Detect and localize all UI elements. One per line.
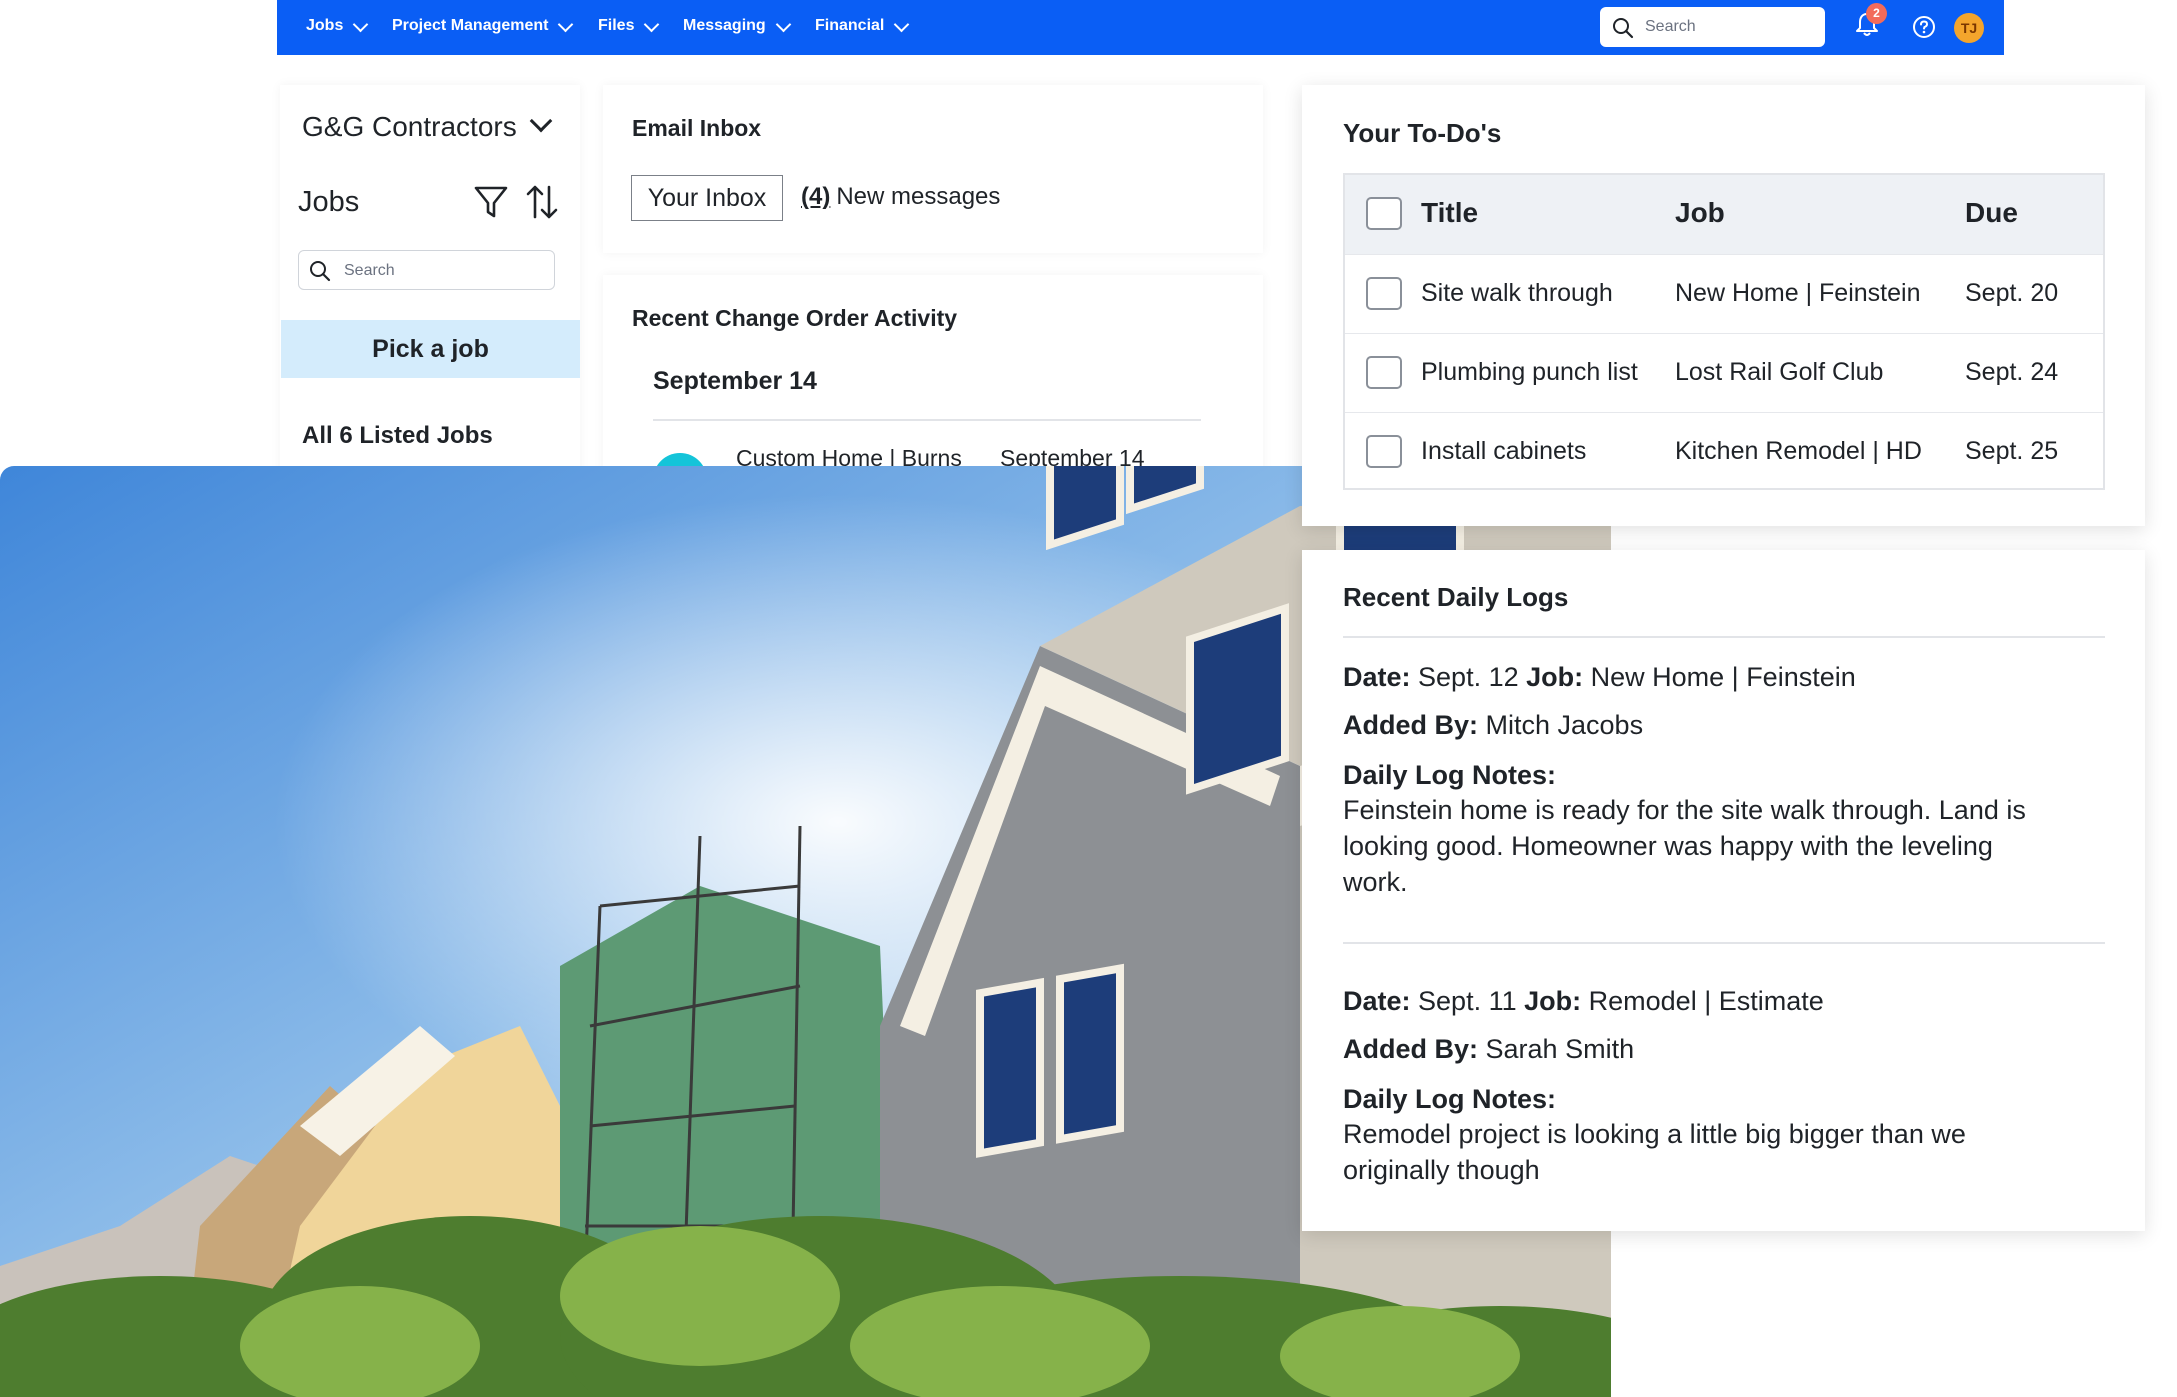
log-added-by-line: Added By: Mitch Jacobs: [1343, 710, 1643, 741]
added-by-label: Added By:: [1343, 1034, 1478, 1064]
job-label: Job:: [1526, 662, 1584, 692]
table-header-row: Title Job Due: [1345, 175, 2103, 254]
all-jobs-heading: All 6 Listed Jobs: [302, 422, 493, 449]
column-header-due[interactable]: Due: [1965, 197, 2018, 229]
divider: [653, 419, 1201, 421]
row-checkbox[interactable]: [1366, 435, 1402, 468]
jobs-sidebar: G&G Contractors Jobs Search Pick a job A…: [280, 85, 580, 485]
date-label: Date:: [1343, 986, 1411, 1016]
nav-messaging-label: Messaging: [683, 17, 766, 34]
log-date: Sept. 12: [1418, 662, 1519, 692]
log-date-job-line: Date: Sept. 12 Job: New Home | Feinstein: [1343, 662, 1856, 693]
date-label: Date:: [1343, 662, 1411, 692]
daily-logs-panel: Recent Daily Logs Date: Sept. 12 Job: Ne…: [1302, 550, 2145, 1231]
notes-label: Daily Log Notes:: [1343, 760, 1557, 790]
todo-title-cell: Install cabinets: [1421, 437, 1587, 465]
todo-title-cell: Plumbing punch list: [1421, 358, 1638, 386]
top-search-input[interactable]: Search: [1600, 7, 1825, 47]
log-added-by: Sarah Smith: [1485, 1034, 1635, 1064]
table-row[interactable]: Site walk through New Home | Feinstein S…: [1345, 254, 2103, 333]
filter-icon[interactable]: [473, 184, 509, 225]
nav-financial-menu[interactable]: Financial: [815, 16, 910, 35]
jobs-heading: Jobs: [298, 186, 360, 218]
table-row[interactable]: Install cabinets Kitchen Remodel | HD Se…: [1345, 412, 2103, 491]
todo-job-cell: Lost Rail Golf Club: [1675, 358, 1884, 386]
user-avatar[interactable]: TJ: [1954, 13, 1984, 43]
help-icon[interactable]: [1912, 15, 1936, 44]
chevron-down-icon: [644, 16, 660, 32]
table-row[interactable]: Plumbing punch list Lost Rail Golf Club …: [1345, 333, 2103, 412]
nav-files-menu[interactable]: Files: [598, 16, 660, 35]
divider: [1343, 636, 2105, 638]
company-name[interactable]: G&G Contractors: [302, 111, 517, 143]
row-checkbox[interactable]: [1366, 356, 1402, 389]
job-label: Job:: [1524, 986, 1582, 1016]
log-notes: Feinstein home is ready for the site wal…: [1343, 795, 2026, 897]
todo-title-cell: Site walk through: [1421, 279, 1613, 307]
email-inbox-title: Email Inbox: [632, 115, 762, 141]
column-header-title[interactable]: Title: [1421, 197, 1478, 229]
change-order-date-heading: September 14: [653, 367, 817, 395]
chevron-down-icon: [353, 16, 369, 32]
todo-due-cell: Sept. 25: [1965, 437, 2059, 465]
log-date-job-line: Date: Sept. 11 Job: Remodel | Estimate: [1343, 986, 1824, 1017]
daily-logs-title: Recent Daily Logs: [1343, 582, 1569, 612]
log-job[interactable]: Remodel | Estimate: [1589, 986, 1824, 1016]
log-job[interactable]: New Home | Feinstein: [1591, 662, 1856, 692]
select-all-checkbox[interactable]: [1366, 197, 1402, 230]
email-inbox-panel: Email Inbox Your Inbox (4) New messages: [603, 85, 1263, 253]
top-search-placeholder: Search: [1645, 18, 1696, 35]
row-checkbox[interactable]: [1366, 277, 1402, 310]
jobs-search-placeholder: Search: [344, 262, 395, 279]
log-date: Sept. 11: [1418, 986, 1517, 1016]
log-notes-label: Daily Log Notes:: [1343, 760, 1556, 791]
nav-messaging-menu[interactable]: Messaging: [683, 16, 791, 35]
your-inbox-button[interactable]: Your Inbox: [631, 175, 783, 221]
nav-jobs-label: Jobs: [306, 17, 344, 34]
todo-job-cell: New Home | Feinstein: [1675, 279, 1921, 307]
todo-due-cell: Sept. 20: [1965, 279, 2059, 307]
nav-project-management-label: Project Management: [392, 17, 549, 34]
todo-job-cell: Kitchen Remodel | HD: [1675, 437, 1922, 465]
change-order-title: Recent Change Order Activity: [632, 305, 958, 331]
jobs-search-input[interactable]: Search: [298, 250, 555, 290]
chevron-down-icon: [894, 16, 910, 32]
log-notes-label: Daily Log Notes:: [1343, 1084, 1556, 1115]
column-header-job[interactable]: Job: [1675, 197, 1725, 229]
nav-jobs-menu[interactable]: Jobs: [306, 16, 369, 35]
new-messages-link[interactable]: (4) New messages: [801, 183, 1000, 211]
added-by-label: Added By:: [1343, 710, 1478, 740]
chevron-down-icon: [775, 16, 791, 32]
search-icon: [309, 260, 331, 287]
nav-files-label: Files: [598, 17, 635, 34]
nav-project-management-menu[interactable]: Project Management: [392, 16, 574, 35]
log-notes: Remodel project is looking a little big …: [1343, 1119, 1966, 1185]
new-messages-label: New messages: [836, 183, 1001, 210]
nav-financial-label: Financial: [815, 17, 885, 34]
search-icon: [1612, 17, 1634, 44]
todo-panel: Your To-Do's Title Job Due Site walk thr…: [1302, 85, 2145, 526]
chevron-down-icon[interactable]: [529, 109, 553, 133]
notes-label: Daily Log Notes:: [1343, 1084, 1557, 1114]
todo-table: Title Job Due Site walk through New Home…: [1343, 173, 2105, 490]
todo-due-cell: Sept. 24: [1965, 358, 2059, 386]
chevron-down-icon: [558, 16, 574, 32]
log-added-by-line: Added By: Sarah Smith: [1343, 1034, 1634, 1065]
divider: [1343, 942, 2105, 944]
todo-title: Your To-Do's: [1343, 118, 1502, 148]
pick-job-button[interactable]: Pick a job: [281, 320, 580, 378]
notification-badge: 2: [1866, 3, 1887, 24]
new-messages-count: (4): [801, 183, 831, 210]
sort-icon[interactable]: [525, 183, 559, 226]
log-added-by: Mitch Jacobs: [1485, 710, 1644, 740]
